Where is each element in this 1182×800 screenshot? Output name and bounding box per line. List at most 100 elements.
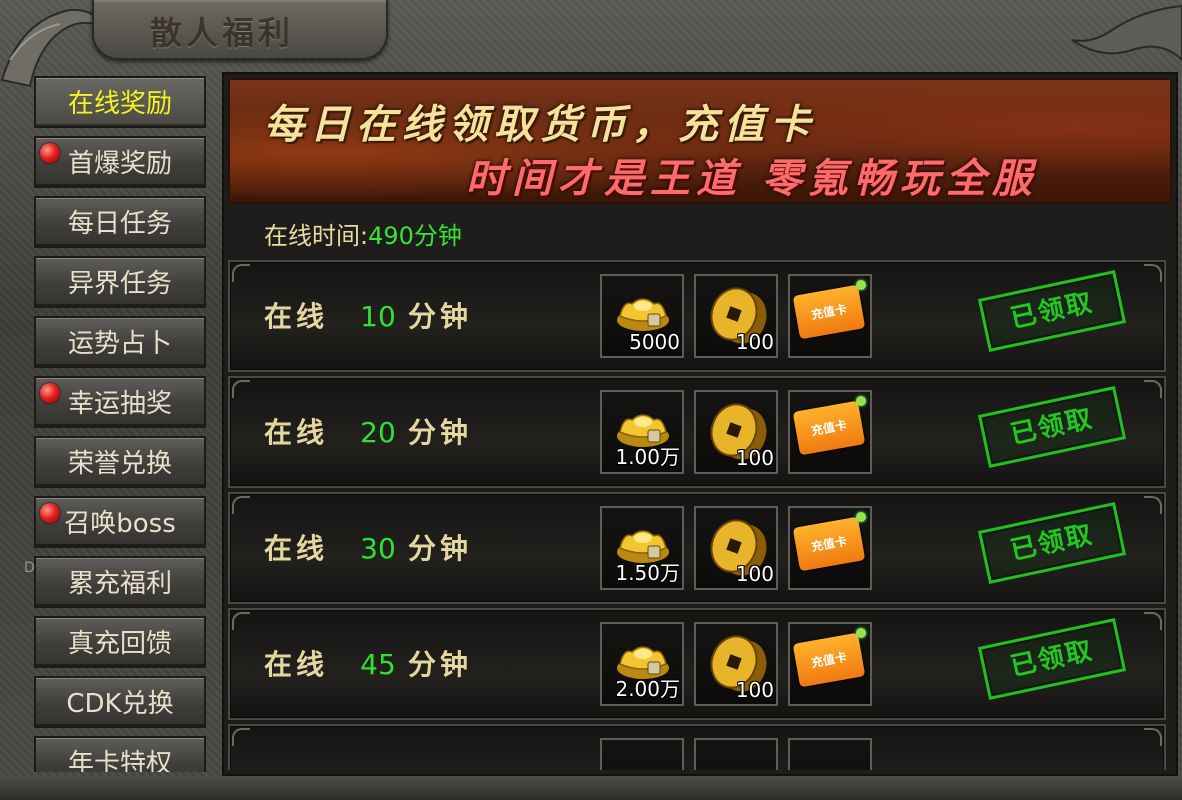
item-count: 2.00万 (615, 677, 680, 701)
sidebar-item-annual-card[interactable]: 年卡特权 (34, 736, 206, 772)
item-slot-coin[interactable]: 100 (694, 506, 778, 590)
item-slot-gold[interactable] (600, 738, 684, 770)
item-count: 1.50万 (615, 561, 680, 585)
sidebar-item-label: 真充回馈 (67, 629, 172, 659)
item-count: 100 (735, 330, 774, 354)
item-slot-card[interactable]: 充值卡 (788, 274, 872, 358)
item-slot-card[interactable]: 充值卡 (788, 506, 872, 590)
item-count: 100 (735, 562, 774, 586)
item-count: 100 (735, 678, 774, 702)
item-slot-card[interactable] (788, 738, 872, 770)
dragon-ornament-right-icon (1071, 4, 1182, 62)
row-minutes: 10 (360, 300, 396, 333)
green-dot-icon (856, 512, 866, 522)
banner-subline: 时间才是王道 零氪畅玩全服 (466, 155, 1038, 202)
reward-row-partial (228, 724, 1166, 770)
sidebar-item-label: 在线奖励 (67, 89, 172, 119)
sidebar-item-otherworld-task[interactable]: 异界任务 (34, 256, 206, 308)
sidebar-item-cdk-exchange[interactable]: CDK兑换 (34, 676, 206, 728)
item-slot-gold[interactable]: 1.00万 (600, 390, 684, 474)
sidebar-item-cumulative-recharge[interactable]: 累充福利 (34, 556, 206, 608)
sidebar-item-daily-task[interactable]: 每日任务 (34, 196, 206, 248)
row-corner-ornament (232, 728, 250, 746)
row-corner-ornament (1144, 264, 1162, 282)
sidebar-item-label: 异界任务 (67, 269, 172, 299)
side-mark: D (24, 560, 35, 576)
item-slot-card[interactable]: 充值卡 (788, 622, 872, 706)
card-label: 充值卡 (810, 649, 848, 671)
sidebar-item-label: 幸运抽奖 (67, 389, 172, 419)
reward-row: 在线 45 分钟 2.00万 100 充值卡 已领取 (228, 608, 1166, 720)
red-dot-badge-icon (40, 383, 60, 403)
red-dot-badge-icon (40, 143, 60, 163)
sidebar-item-fortune[interactable]: 运势占卜 (34, 316, 206, 368)
item-count: 100 (735, 446, 774, 470)
reward-row: 在线 10 分钟 5000 100 充值卡 已领取 (228, 260, 1166, 372)
row-unit: 分钟 (408, 300, 473, 333)
banner: 每日在线领取货币，充值卡 时间才是王道 零氪畅玩全服 (228, 78, 1172, 204)
sidebar-item-label: 每日任务 (67, 209, 172, 239)
green-dot-icon (856, 396, 866, 406)
item-slot-coin[interactable]: 100 (694, 622, 778, 706)
row-unit: 分钟 (408, 648, 473, 681)
item-count: 5000 (629, 330, 680, 354)
recharge-card-icon: 充值卡 (792, 516, 866, 572)
row-unit: 分钟 (408, 532, 473, 565)
row-prefix: 在线 (264, 416, 329, 449)
row-corner-ornament (232, 380, 250, 398)
sidebar-item-label: 累充福利 (67, 569, 172, 599)
sidebar-item-lucky-draw[interactable]: 幸运抽奖 (34, 376, 206, 428)
item-slot-gold[interactable]: 1.50万 (600, 506, 684, 590)
row-minutes: 45 (360, 648, 396, 681)
sidebar: 在线奖励 首爆奖励 每日任务 异界任务 运势占卜 幸运抽奖 荣誉兑换 召唤bos… (26, 72, 216, 772)
sidebar-item-label: 首爆奖励 (67, 149, 172, 179)
bottom-frame-rail (0, 776, 1182, 800)
online-time: 在线时间:490分钟 (264, 216, 462, 251)
item-slot-coin[interactable] (694, 738, 778, 770)
reward-row: 在线 30 分钟 1.50万 100 充值卡 已领取 (228, 492, 1166, 604)
item-slot-gold[interactable]: 2.00万 (600, 622, 684, 706)
row-corner-ornament (1144, 728, 1162, 746)
reward-row: 在线 20 分钟 1.00万 100 充值卡 已领取 (228, 376, 1166, 488)
item-count: 1.00万 (615, 445, 680, 469)
window-title: 散人福利 (150, 14, 295, 52)
sidebar-item-label: 运势占卜 (67, 329, 172, 359)
sidebar-item-real-recharge-feedback[interactable]: 真充回馈 (34, 616, 206, 668)
claimed-stamp[interactable]: 已领取 (977, 270, 1127, 352)
sidebar-item-online-reward[interactable]: 在线奖励 (34, 76, 206, 128)
row-corner-ornament (1144, 380, 1162, 398)
online-time-value: 490分钟 (368, 222, 462, 250)
row-minutes: 30 (360, 532, 396, 565)
sidebar-item-first-drop-reward[interactable]: 首爆奖励 (34, 136, 206, 188)
row-corner-ornament (1144, 496, 1162, 514)
item-slot-gold[interactable]: 5000 (600, 274, 684, 358)
row-prefix: 在线 (264, 532, 329, 565)
item-slot-coin[interactable]: 100 (694, 390, 778, 474)
main-panel: 每日在线领取货币，充值卡 时间才是王道 零氪畅玩全服 在线时间:490分钟 在线… (222, 72, 1178, 776)
claimed-stamp[interactable]: 已领取 (977, 502, 1127, 584)
card-label: 充值卡 (810, 301, 848, 323)
reward-list[interactable]: 在线 10 分钟 5000 100 充值卡 已领取 在线 20 分钟 1.00万… (228, 260, 1172, 770)
row-prefix: 在线 (264, 300, 329, 333)
red-dot-badge-icon (40, 503, 60, 523)
sidebar-item-label: 召唤boss (64, 509, 176, 539)
sidebar-item-honor-exchange[interactable]: 荣誉兑换 (34, 436, 206, 488)
card-label: 充值卡 (810, 417, 848, 439)
recharge-card-icon: 充值卡 (792, 284, 866, 340)
sidebar-item-label: CDK兑换 (66, 689, 174, 719)
row-prefix: 在线 (264, 648, 329, 681)
banner-headline: 每日在线领取货币，充值卡 (264, 101, 816, 148)
row-minutes: 20 (360, 416, 396, 449)
claimed-stamp[interactable]: 已领取 (977, 618, 1127, 700)
green-dot-icon (856, 280, 866, 290)
gold-ingot-icon (617, 298, 669, 331)
row-unit: 分钟 (408, 416, 473, 449)
card-label: 充值卡 (810, 533, 848, 555)
sidebar-item-summon-boss[interactable]: 召唤boss (34, 496, 206, 548)
sidebar-item-label: 年卡特权 (67, 749, 172, 772)
row-corner-ornament (232, 612, 250, 630)
row-corner-ornament (232, 264, 250, 282)
item-slot-card[interactable]: 充值卡 (788, 390, 872, 474)
claimed-stamp[interactable]: 已领取 (977, 386, 1127, 468)
item-slot-coin[interactable]: 100 (694, 274, 778, 358)
